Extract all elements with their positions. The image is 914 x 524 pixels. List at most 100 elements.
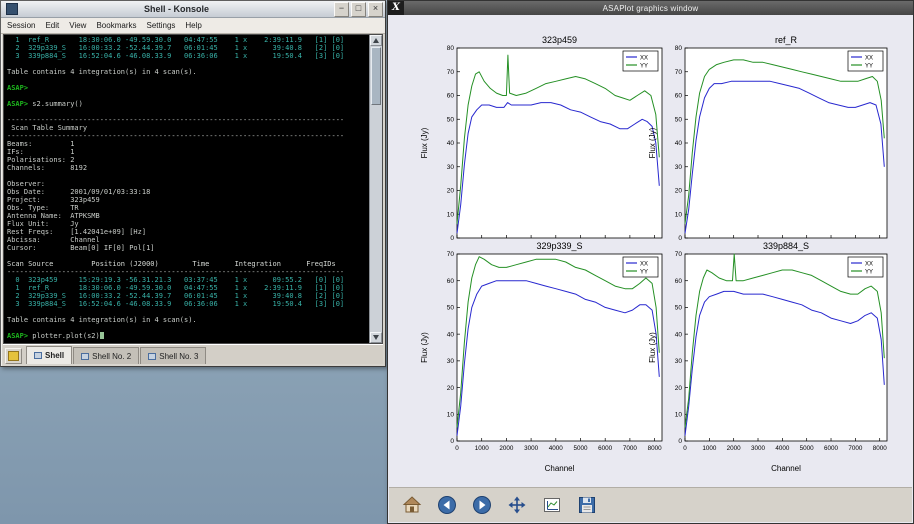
forward-icon xyxy=(472,495,492,515)
svg-text:7000: 7000 xyxy=(848,445,863,452)
svg-text:10: 10 xyxy=(675,411,683,418)
terminal-line: Obs. Type: TR xyxy=(7,204,366,212)
konsole-title: Shell - Konsole xyxy=(21,4,332,14)
terminal-line: ASAP> s2.summary() xyxy=(7,100,366,108)
terminal-line: Antenna Name: ATPKSMB xyxy=(7,212,366,220)
terminal-line: Beams: 1 xyxy=(7,140,366,148)
tab-label: Shell xyxy=(45,351,64,360)
svg-text:80: 80 xyxy=(675,45,683,52)
svg-text:XX: XX xyxy=(640,261,648,267)
save-button[interactable] xyxy=(573,491,601,519)
terminal-scrollbar[interactable] xyxy=(369,35,382,343)
terminal-line: Scan Table Summary xyxy=(7,124,366,132)
terminal-line: Scan Source Position (J2000) Time Integr… xyxy=(7,260,366,268)
tab-shell-no-2[interactable]: Shell No. 2 xyxy=(73,347,139,364)
terminal-cursor xyxy=(100,332,104,339)
new-session-icon xyxy=(8,351,19,361)
svg-text:Flux (Jy): Flux (Jy) xyxy=(420,332,429,363)
svg-text:30: 30 xyxy=(675,358,683,365)
svg-text:3000: 3000 xyxy=(751,445,766,452)
svg-text:40: 40 xyxy=(447,331,455,338)
svg-text:20: 20 xyxy=(675,385,683,392)
svg-text:1000: 1000 xyxy=(702,445,717,452)
svg-text:329p339_S: 329p339_S xyxy=(536,241,582,251)
pan-button[interactable] xyxy=(503,491,531,519)
svg-text:70: 70 xyxy=(447,251,455,258)
scroll-down-button[interactable] xyxy=(370,332,382,343)
menu-edit[interactable]: Edit xyxy=(45,21,59,30)
scroll-up-button[interactable] xyxy=(370,35,382,46)
scroll-up-icon xyxy=(373,38,379,43)
svg-text:1000: 1000 xyxy=(475,445,490,452)
pan-icon xyxy=(507,495,527,515)
maximize-button[interactable]: □ xyxy=(351,2,366,17)
terminal-line: 3 339p884_S 16:52:04.6 -46.08.33.9 06:36… xyxy=(7,300,366,308)
figure-canvas[interactable]: 01020304050607080XXYY323p459Flux (Jy)010… xyxy=(389,15,912,487)
terminal-line: ASAP> xyxy=(7,84,366,92)
svg-text:80: 80 xyxy=(447,45,455,52)
svg-text:6000: 6000 xyxy=(598,445,613,452)
terminal-line: ----------------------------------------… xyxy=(7,132,366,140)
chart-323p459: 01020304050607080XXYY323p459Flux (Jy) xyxy=(411,32,670,248)
svg-text:Channel: Channel xyxy=(545,464,575,473)
tab-shell[interactable]: Shell xyxy=(26,346,72,364)
close-button[interactable]: × xyxy=(368,2,383,17)
menu-session[interactable]: Session xyxy=(7,21,35,30)
svg-text:Channel: Channel xyxy=(771,464,801,473)
terminal-output[interactable]: 1 ref_R 18:30:06.0 -49.59.30.0 04:47:55 … xyxy=(4,35,369,343)
asaplot-title: ASAPlot graphics window xyxy=(404,4,897,13)
konsole-tabbar: Shell Shell No. 2Shell No. 3 xyxy=(3,344,383,364)
svg-text:60: 60 xyxy=(447,278,455,285)
menu-view[interactable]: View xyxy=(69,21,86,30)
konsole-titlebar[interactable]: Shell - Konsole − □ × xyxy=(1,1,385,18)
plot-toolbar xyxy=(389,487,912,522)
svg-text:0: 0 xyxy=(450,438,454,445)
svg-text:Flux (Jy): Flux (Jy) xyxy=(648,127,657,158)
svg-text:20: 20 xyxy=(447,385,455,392)
forward-button[interactable] xyxy=(468,491,496,519)
home-button[interactable] xyxy=(398,491,426,519)
back-button[interactable] xyxy=(433,491,461,519)
svg-text:2000: 2000 xyxy=(499,445,514,452)
menu-help[interactable]: Help xyxy=(185,21,201,30)
terminal-line xyxy=(7,324,366,332)
svg-text:XX: XX xyxy=(640,55,648,61)
tab-strip: Shell Shell No. 2Shell No. 3 xyxy=(26,346,206,364)
svg-text:10: 10 xyxy=(675,211,683,218)
svg-text:20: 20 xyxy=(675,188,683,195)
terminal-screen[interactable]: 1 ref_R 18:30:06.0 -49.59.30.0 04:47:55 … xyxy=(3,34,383,344)
svg-text:XX: XX xyxy=(865,261,873,267)
terminal-line: Observer: xyxy=(7,180,366,188)
menu-bookmarks[interactable]: Bookmarks xyxy=(96,21,136,30)
svg-text:0: 0 xyxy=(683,445,687,452)
save-icon xyxy=(577,495,597,515)
subplots-button[interactable] xyxy=(538,491,566,519)
scrollbar-thumb[interactable] xyxy=(371,47,381,105)
svg-text:XX: XX xyxy=(865,55,873,61)
new-session-button[interactable] xyxy=(5,348,22,364)
svg-text:7000: 7000 xyxy=(623,445,638,452)
svg-text:0: 0 xyxy=(455,445,459,452)
terminal-line: 2 329p339_S 16:00:33.2 -52.44.39.7 06:01… xyxy=(7,292,366,300)
tab-shell-no-3[interactable]: Shell No. 3 xyxy=(140,347,206,364)
svg-text:40: 40 xyxy=(675,140,683,147)
minimize-button[interactable]: − xyxy=(334,2,349,17)
svg-text:50: 50 xyxy=(447,305,455,312)
terminal-line: Project: 323p459 xyxy=(7,196,366,204)
svg-text:YY: YY xyxy=(865,63,873,69)
svg-text:0: 0 xyxy=(678,438,682,445)
svg-text:5000: 5000 xyxy=(573,445,588,452)
terminal-line: 3 339p884_S 16:52:04.6 -46.08.33.9 06:36… xyxy=(7,52,366,60)
svg-text:70: 70 xyxy=(447,69,455,76)
svg-text:Flux (Jy): Flux (Jy) xyxy=(648,332,657,363)
asaplot-titlebar[interactable]: X ASAPlot graphics window xyxy=(388,1,913,15)
menu-settings[interactable]: Settings xyxy=(146,21,175,30)
terminal-line xyxy=(7,172,366,180)
svg-text:30: 30 xyxy=(447,164,455,171)
svg-text:30: 30 xyxy=(675,164,683,171)
terminal-line xyxy=(7,76,366,84)
svg-text:50: 50 xyxy=(675,305,683,312)
terminal-line: 1 ref_R 18:30:06.0 -49.59.30.0 04:47:55 … xyxy=(7,284,366,292)
terminal-line xyxy=(7,252,366,260)
terminal-line: ----------------------------------------… xyxy=(7,116,366,124)
